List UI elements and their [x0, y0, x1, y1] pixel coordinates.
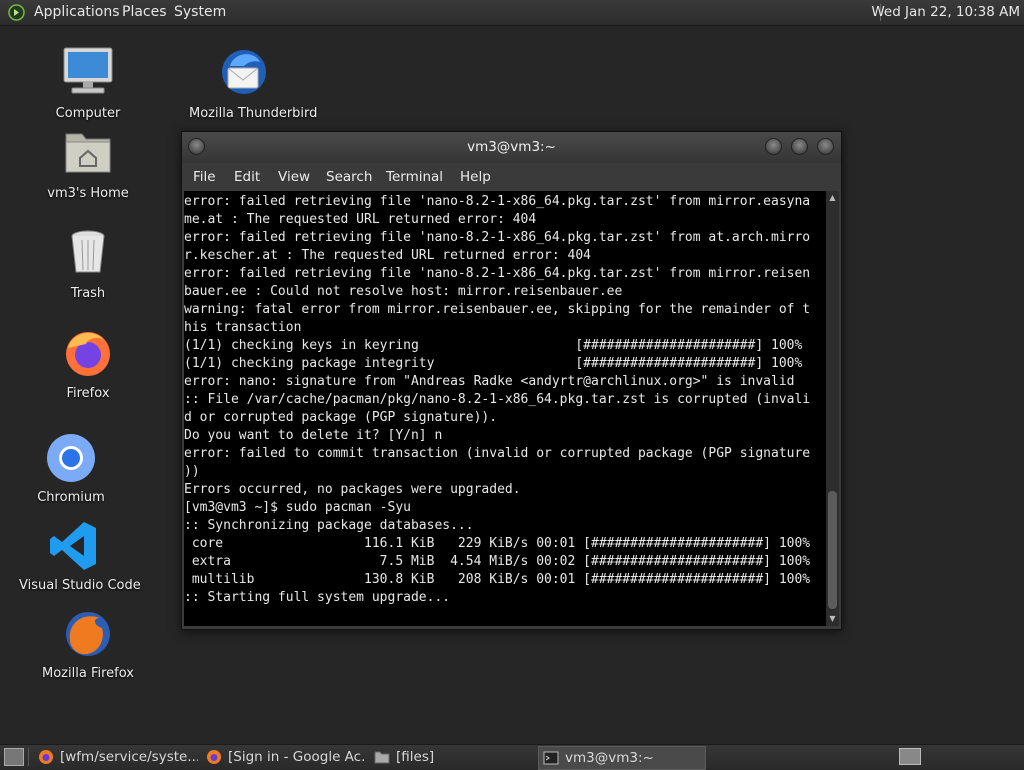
- terminal-line: error: failed retrieving file 'nano-8.2-…: [184, 266, 811, 281]
- terminal-line: bauer.ee : Could not resolve host: mirro…: [184, 284, 623, 299]
- taskbar-item-terminal[interactable]: vm3@vm3:~: [538, 746, 706, 770]
- desktop-icon-label: Mozilla Firefox: [42, 666, 134, 681]
- computer-icon: [58, 44, 118, 104]
- firefox-icon: [207, 750, 221, 764]
- panel-separator: [28, 748, 29, 766]
- terminal-line: Do you want to delete it? [Y/n] n: [184, 428, 443, 443]
- desktop-icon-home[interactable]: vm3's Home: [33, 124, 143, 201]
- terminal-line: multilib 130.8 KiB 208 KiB/s 00:01 [####…: [184, 572, 811, 587]
- taskbar-item-label: [files]: [396, 749, 435, 765]
- desktop-icon-thunderbird[interactable]: Mozilla Thunderbird: [189, 44, 318, 121]
- terminal-line: error: failed retrieving file 'nano-8.2-…: [184, 230, 811, 245]
- window-menu-button[interactable]: [188, 138, 205, 155]
- terminal-line: core 116.1 KiB 229 KiB/s 00:01 [########…: [184, 536, 811, 551]
- terminal-icon: [543, 751, 559, 765]
- terminal-line: )): [184, 464, 200, 479]
- menu-search[interactable]: Search: [326, 163, 372, 191]
- terminal-menubar: File Edit View Search Terminal Help: [182, 163, 841, 191]
- terminal-line: :: Synchronizing package databases...: [184, 518, 474, 533]
- desktop-icon-firefox[interactable]: Firefox: [33, 324, 143, 401]
- taskbar-item-label: [Sign in - Google Ac...: [228, 749, 366, 765]
- desktop-icon-label: Firefox: [66, 386, 110, 401]
- terminal-line: :: Starting full system upgrade...: [184, 590, 451, 605]
- terminal-line: extra 7.5 MiB 4.54 MiB/s 00:02 [########…: [184, 554, 811, 569]
- thunderbird-icon: [214, 44, 274, 104]
- show-desktop-icon[interactable]: [4, 748, 24, 766]
- desktop-icon-label: Mozilla Thunderbird: [189, 106, 318, 121]
- chromium-icon: [41, 428, 101, 488]
- terminal-output[interactable]: error: failed retrieving file 'nano-8.2-…: [184, 191, 826, 626]
- scrollbar-thumb[interactable]: [828, 491, 837, 609]
- folder-icon: [374, 751, 390, 764]
- vscode-icon: [44, 516, 104, 576]
- terminal-line: (1/1) checking package integrity [######…: [184, 356, 803, 371]
- system-menu[interactable]: System: [174, 0, 226, 25]
- taskbar-item-files[interactable]: [files]: [370, 746, 534, 768]
- terminal-line: me.at : The requested URL returned error…: [184, 212, 537, 227]
- taskbar-item-label: [wfm/service/syste...: [60, 749, 198, 765]
- desktop-icon-vscode[interactable]: Visual Studio Code: [19, 516, 141, 593]
- window-title: vm3@vm3:~: [467, 139, 556, 155]
- applications-logo-icon[interactable]: [8, 4, 25, 21]
- mozilla-firefox-icon: [58, 604, 118, 664]
- scroll-up-arrow-icon[interactable]: ▲: [826, 193, 839, 203]
- terminal-line: r.kescher.at : The requested URL returne…: [184, 248, 591, 263]
- desktop-icon-label: Chromium: [37, 490, 105, 505]
- taskbar-item-label: vm3@vm3:~: [565, 750, 654, 766]
- terminal-line: error: nano: signature from "Andreas Rad…: [184, 374, 795, 389]
- terminal-line: [vm3@vm3 ~]$ sudo pacman -Syu: [184, 500, 411, 515]
- firefox-icon: [58, 324, 118, 384]
- bottom-panel: [wfm/service/syste... [Sign in - Google …: [0, 744, 1024, 770]
- terminal-scrollbar[interactable]: ▲ ▼: [826, 191, 839, 626]
- menu-view[interactable]: View: [278, 163, 310, 191]
- close-button[interactable]: [817, 138, 834, 155]
- terminal-line: error: failed retrieving file 'nano-8.2-…: [184, 194, 811, 209]
- clock[interactable]: Wed Jan 22, 10:38 AM: [871, 0, 1020, 25]
- menu-help[interactable]: Help: [460, 163, 491, 191]
- trash-icon: [58, 224, 118, 284]
- workspace-switcher[interactable]: [899, 748, 921, 765]
- terminal-line: (1/1) checking keys in keyring [########…: [184, 338, 803, 353]
- maximize-button[interactable]: [791, 138, 808, 155]
- applications-menu[interactable]: Applications: [34, 0, 120, 25]
- firefox-icon: [39, 750, 53, 764]
- menu-terminal[interactable]: Terminal: [386, 163, 443, 191]
- desktop-icon-mozilla-firefox[interactable]: Mozilla Firefox: [33, 604, 143, 681]
- terminal-line: d or corrupted package (PGP signature)).: [184, 410, 498, 425]
- terminal-text: error: failed retrieving file 'nano-8.2-…: [184, 191, 826, 607]
- menu-edit[interactable]: Edit: [234, 163, 260, 191]
- minimize-button[interactable]: [765, 138, 782, 155]
- terminal-line: error: failed to commit transaction (inv…: [184, 446, 811, 461]
- desktop-icon-label: Computer: [55, 106, 121, 121]
- terminal-line: :: File /var/cache/pacman/pkg/nano-8.2-1…: [184, 392, 811, 407]
- terminal-window[interactable]: vm3@vm3:~ File Edit View Search Terminal…: [181, 131, 842, 630]
- desktop-icon-label: vm3's Home: [47, 186, 129, 201]
- top-panel: Applications Places System Wed Jan 22, 1…: [0, 0, 1024, 26]
- taskbar-item-google[interactable]: [Sign in - Google Ac...: [202, 746, 366, 768]
- scroll-down-arrow-icon[interactable]: ▼: [826, 614, 839, 624]
- menu-file[interactable]: File: [193, 163, 216, 191]
- desktop-icon-computer[interactable]: Computer: [33, 44, 143, 121]
- desktop-icon-label: Trash: [70, 286, 106, 301]
- desktop-icon-trash[interactable]: Trash: [33, 224, 143, 301]
- home-folder-icon: [58, 124, 118, 184]
- places-menu[interactable]: Places: [122, 0, 167, 25]
- desktop-icon-label: Visual Studio Code: [19, 578, 141, 593]
- desktop-icon-chromium[interactable]: Chromium: [16, 428, 126, 505]
- terminal-line: warning: fatal error from mirror.reisenb…: [184, 302, 811, 317]
- terminal-line: his transaction: [184, 320, 302, 335]
- terminal-line: Errors occurred, no packages were upgrad…: [184, 482, 521, 497]
- taskbar-item-wfm[interactable]: [wfm/service/syste...: [34, 746, 198, 768]
- window-titlebar[interactable]: vm3@vm3:~: [182, 132, 841, 163]
